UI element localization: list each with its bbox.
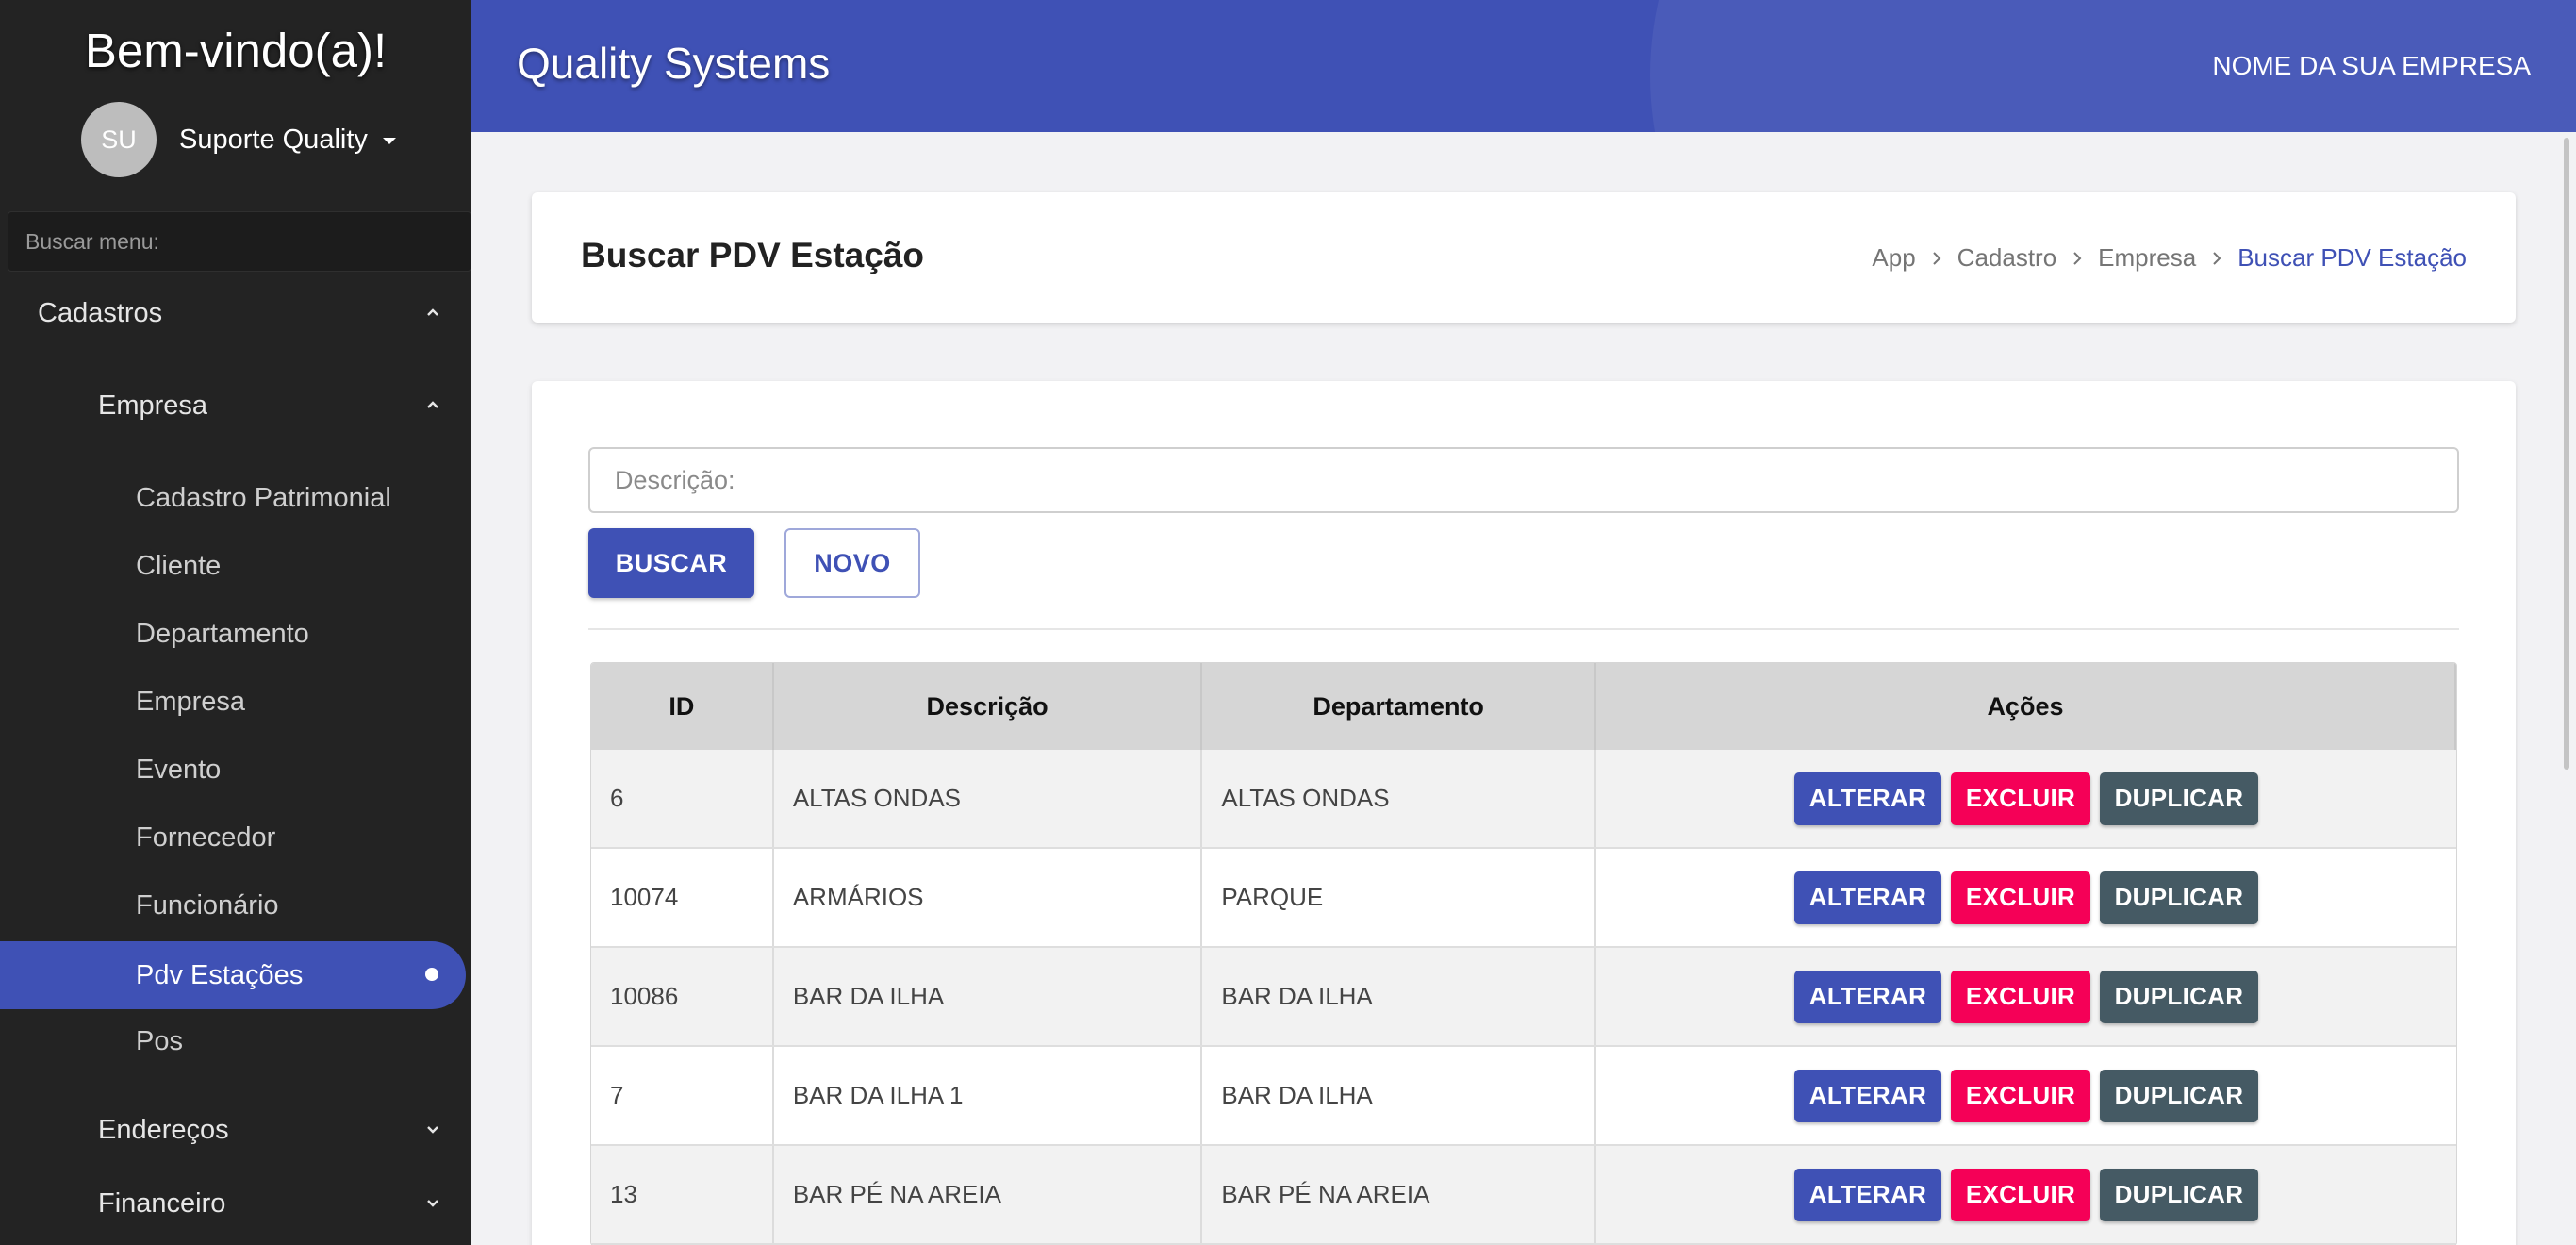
active-dot-icon [425,968,438,981]
duplicar-button[interactable]: DUPLICAR [2099,970,2258,1023]
chevron-right-icon [1931,251,1942,266]
sidebar-item-fornecedor[interactable]: Fornecedor [136,809,456,866]
table-header: ID Descrição Departamento Ações [591,663,2456,750]
sidebar-item-evento[interactable]: Evento [136,741,456,798]
sidebar-section-label: Financeiro [98,1187,226,1219]
breadcrumb-current: Buscar PDV Estação [2237,243,2467,272]
column-header-descricao[interactable]: Descrição [774,663,1203,750]
sidebar-item-cliente[interactable]: Cliente [136,538,456,594]
divider [588,628,2459,630]
sidebar-section-label: Cadastros [38,297,163,328]
table-row: 10086 BAR DA ILHA BAR DA ILHA ALTERAR EX… [591,948,2456,1047]
excluir-button[interactable]: EXCLUIR [1950,871,2090,924]
cell-descricao: ARMÁRIOS [774,849,1203,946]
sidebar-section-cadastros[interactable]: Cadastros [38,285,453,341]
sidebar-section-label: Empresa [98,390,208,421]
cell-acoes: ALTERAR EXCLUIR DUPLICAR [1596,849,2456,946]
user-name: Suporte Quality [179,124,368,155]
cell-departamento: PARQUE [1202,849,1596,946]
sidebar-section-label: Endereços [98,1114,229,1145]
chevron-up-icon [426,398,439,411]
cell-id: 10086 [591,948,774,1045]
duplicar-button[interactable]: DUPLICAR [2099,772,2258,825]
cell-descricao: BAR DA ILHA [774,948,1203,1045]
breadcrumb-item[interactable]: App [1872,243,1915,273]
buscar-button[interactable]: BUSCAR [588,528,754,598]
table-row: 7 BAR DA ILHA 1 BAR DA ILHA ALTERAR EXCL… [591,1047,2456,1146]
excluir-button[interactable]: EXCLUIR [1950,772,2090,825]
duplicar-button[interactable]: DUPLICAR [2099,871,2258,924]
excluir-button[interactable]: EXCLUIR [1950,1168,2090,1221]
column-header-departamento[interactable]: Departamento [1202,663,1596,750]
column-header-acoes: Ações [1596,663,2456,750]
breadcrumb-item[interactable]: Empresa [2098,243,2196,273]
excluir-button[interactable]: EXCLUIR [1950,1069,2090,1122]
sidebar-item-pos[interactable]: Pos [136,1013,456,1070]
alterar-button[interactable]: ALTERAR [1793,772,1941,825]
sidebar-item-departamento[interactable]: Departamento [136,606,456,662]
sidebar-item-pdv-estacoes[interactable]: Pdv Estações [136,947,456,1004]
chevron-right-icon [2072,251,2083,266]
chevron-up-icon [426,306,439,319]
cell-descricao: BAR PÉ NA AREIA [774,1146,1203,1243]
alterar-button[interactable]: ALTERAR [1793,871,1941,924]
alterar-button[interactable]: ALTERAR [1793,1069,1941,1122]
cell-departamento: ALTAS ONDAS [1202,750,1596,847]
chevron-right-icon [2211,251,2222,266]
cell-descricao: ALTAS ONDAS [774,750,1203,847]
cell-id: 10074 [591,849,774,946]
sidebar-section-enderecos[interactable]: Endereços [98,1102,453,1158]
brand-title[interactable]: Quality Systems [517,38,830,89]
caret-down-icon [382,138,396,144]
excluir-button[interactable]: EXCLUIR [1950,970,2090,1023]
results-table: ID Descrição Departamento Ações 6 ALTAS … [590,662,2457,1245]
cell-acoes: ALTERAR EXCLUIR DUPLICAR [1596,948,2456,1045]
breadcrumb-item[interactable]: Cadastro [1957,243,2057,273]
menu-search-input[interactable]: Buscar menu: [8,211,471,272]
duplicar-button[interactable]: DUPLICAR [2099,1168,2258,1221]
avatar: SU [81,102,157,177]
breadcrumb: App Cadastro Empresa Buscar PDV Estação [1872,243,2467,273]
user-menu[interactable]: SU Suporte Quality [81,102,396,177]
cell-id: 13 [591,1146,774,1243]
description-input[interactable]: Descrição: [588,447,2459,513]
cell-descricao: BAR DA ILHA 1 [774,1047,1203,1144]
search-card: Descrição: BUSCAR NOVO ID Descrição Depa… [532,381,2516,1245]
novo-button[interactable]: NOVO [784,528,920,598]
alterar-button[interactable]: ALTERAR [1793,1168,1941,1221]
column-header-id[interactable]: ID [591,663,774,750]
cell-departamento: BAR DA ILHA [1202,948,1596,1045]
page-scrollbar[interactable] [2564,138,2569,770]
page-title: Buscar PDV Estação [581,236,925,274]
chevron-down-icon [426,1122,439,1136]
company-name: NOME DA SUA EMPRESA [2212,51,2531,80]
cell-id: 7 [591,1047,774,1144]
cell-acoes: ALTERAR EXCLUIR DUPLICAR [1596,750,2456,847]
table-row: 13 BAR PÉ NA AREIA BAR PÉ NA AREIA ALTER… [591,1146,2456,1245]
cell-departamento: BAR PÉ NA AREIA [1202,1146,1596,1243]
cell-acoes: ALTERAR EXCLUIR DUPLICAR [1596,1146,2456,1243]
sidebar-item-funcionario[interactable]: Funcionário [136,877,456,934]
top-bar: Quality Systems NOME DA SUA EMPRESA [471,0,2576,132]
sidebar-item-empresa[interactable]: Empresa [136,673,456,730]
cell-departamento: BAR DA ILHA [1202,1047,1596,1144]
sidebar-section-financeiro[interactable]: Financeiro [98,1175,453,1232]
table-row: 6 ALTAS ONDAS ALTAS ONDAS ALTERAR EXCLUI… [591,750,2456,849]
sidebar-section-empresa[interactable]: Empresa [98,377,453,434]
alterar-button[interactable]: ALTERAR [1793,970,1941,1023]
cell-acoes: ALTERAR EXCLUIR DUPLICAR [1596,1047,2456,1144]
welcome-title: Bem-vindo(a)! [84,24,388,77]
table-row: 10074 ARMÁRIOS PARQUE ALTERAR EXCLUIR DU… [591,849,2456,948]
title-card: Buscar PDV Estação App Cadastro Empresa … [532,192,2516,323]
duplicar-button[interactable]: DUPLICAR [2099,1069,2258,1122]
cell-id: 6 [591,750,774,847]
sidebar-item-cadastro-patrimonial[interactable]: Cadastro Patrimonial [136,470,456,526]
chevron-down-icon [426,1196,439,1209]
sidebar: Bem-vindo(a)! SU Suporte Quality Buscar … [0,0,471,1245]
